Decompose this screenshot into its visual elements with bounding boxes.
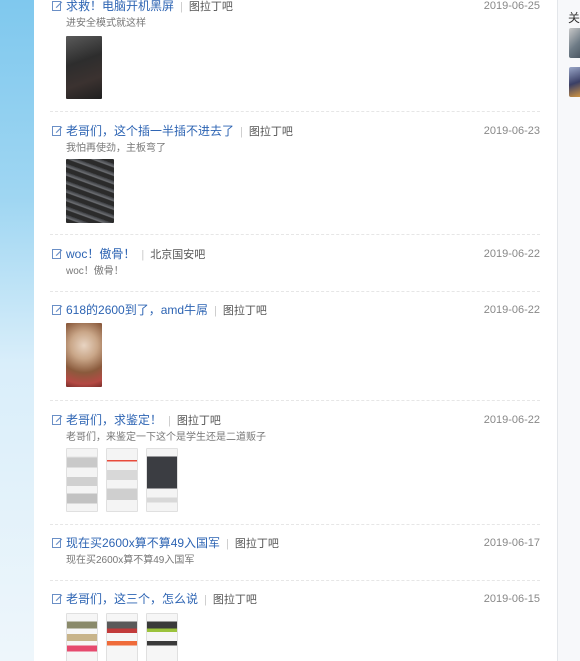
post-item: 现在买2600x算不算49入国军 | 图拉丁吧 2019-06-17 现在买2600… — [50, 534, 540, 566]
post-title-link[interactable]: 老哥们，这三个，怎么说 | 图拉丁吧 — [66, 590, 257, 609]
title-separator: | — [204, 594, 207, 606]
post-divider — [50, 400, 540, 401]
sidebar-section-title: 关注 — [568, 11, 580, 25]
post-title-text[interactable]: 老哥们，这三个，怎么说 — [66, 592, 198, 606]
edit-icon — [52, 249, 63, 259]
edit-icon — [52, 415, 63, 425]
post-divider — [50, 580, 540, 581]
post-date: 2019-06-22 — [483, 414, 540, 426]
post-title-row: 求救！电脑开机黑屏 | 图拉丁吧 2019-06-25 — [50, 0, 540, 15]
right-sidebar: 关注 — [557, 0, 580, 661]
post-title-text[interactable]: 老哥们，求鉴定！ — [66, 413, 162, 427]
post-title-text[interactable]: 618的2600到了，amd牛屌 — [66, 303, 208, 317]
post-excerpt: 我怕再使劲，主板弯了 — [66, 143, 166, 154]
post-image-thumbnail[interactable] — [66, 448, 98, 512]
forum-name-link[interactable]: 图拉丁吧 — [177, 415, 221, 427]
post-item: 618的2600到了，amd牛屌 | 图拉丁吧 2019-06-22 — [50, 301, 540, 387]
post-image-thumbnail[interactable] — [66, 36, 102, 99]
post-title-link[interactable]: 618的2600到了，amd牛屌 | 图拉丁吧 — [66, 301, 267, 320]
post-title-row: 618的2600到了，amd牛屌 | 图拉丁吧 2019-06-22 — [50, 301, 540, 319]
post-image-thumbnail[interactable] — [66, 323, 102, 387]
post-excerpt: 老哥们，来鉴定一下这个是学生还是二道贩子 — [66, 432, 266, 443]
forum-name-link[interactable]: 图拉丁吧 — [213, 594, 257, 606]
post-excerpt: woc！傲骨！ — [66, 266, 124, 277]
post-excerpt: 进安全模式就这样 — [66, 18, 146, 29]
post-date: 2019-06-25 — [483, 0, 540, 12]
post-date: 2019-06-15 — [483, 593, 540, 605]
title-separator: | — [226, 538, 229, 550]
forum-name-link[interactable]: 图拉丁吧 — [235, 538, 279, 550]
post-thumbnails — [66, 613, 178, 661]
post-title-text[interactable]: 老哥们，这个插一半插不进去了 — [66, 124, 234, 138]
post-title-row: 老哥们，这三个，怎么说 | 图拉丁吧 2019-06-15 — [50, 590, 540, 608]
edit-icon — [52, 126, 63, 136]
post-image-thumbnail[interactable] — [146, 448, 178, 512]
post-image-thumbnail[interactable] — [66, 159, 114, 223]
post-excerpt: 现在买2600x算不算49入国军 — [66, 555, 195, 566]
forum-name-link[interactable]: 图拉丁吧 — [249, 126, 293, 138]
post-date: 2019-06-22 — [483, 248, 540, 260]
post-date: 2019-06-23 — [483, 125, 540, 137]
post-item: 老哥们，求鉴定！ | 图拉丁吧 2019-06-22 老哥们，来鉴定一下这个是学生还… — [50, 411, 540, 512]
post-date: 2019-06-17 — [483, 537, 540, 549]
post-divider — [50, 291, 540, 292]
title-separator: | — [214, 305, 217, 317]
forum-name-link[interactable]: 图拉丁吧 — [223, 305, 267, 317]
page: 求救！电脑开机黑屏 | 图拉丁吧 2019-06-25 进安全模式就这样 老哥们，这… — [0, 0, 580, 661]
post-title-link[interactable]: woc！傲骨！ | 北京国安吧 — [66, 245, 205, 264]
forum-name-link[interactable]: 图拉丁吧 — [189, 1, 233, 13]
title-separator: | — [168, 415, 171, 427]
post-title-row: 现在买2600x算不算49入国军 | 图拉丁吧 2019-06-17 — [50, 534, 540, 552]
post-title-row: woc！傲骨！ | 北京国安吧 2019-06-22 — [50, 245, 540, 263]
post-title-text[interactable]: woc！傲骨！ — [66, 247, 135, 261]
post-image-thumbnail[interactable] — [146, 613, 178, 661]
post-title-link[interactable]: 老哥们，求鉴定！ | 图拉丁吧 — [66, 411, 221, 430]
title-separator: | — [180, 1, 183, 13]
post-divider — [50, 524, 540, 525]
post-divider — [50, 111, 540, 112]
sidebar-avatar[interactable] — [569, 67, 580, 97]
title-separator: | — [240, 126, 243, 138]
post-image-thumbnail[interactable] — [106, 613, 138, 661]
post-title-link[interactable]: 老哥们，这个插一半插不进去了 | 图拉丁吧 — [66, 122, 293, 141]
post-image-thumbnail[interactable] — [106, 448, 138, 512]
post-title-link[interactable]: 现在买2600x算不算49入国军 | 图拉丁吧 — [66, 534, 279, 553]
post-feed: 求救！电脑开机黑屏 | 图拉丁吧 2019-06-25 进安全模式就这样 老哥们，这… — [34, 0, 557, 661]
post-item: woc！傲骨！ | 北京国安吧 2019-06-22 woc！傲骨！ — [50, 245, 540, 277]
post-title-text[interactable]: 现在买2600x算不算49入国军 — [66, 536, 220, 550]
edit-icon — [52, 538, 63, 548]
post-thumbnails — [66, 36, 102, 99]
post-title-row: 老哥们，这个插一半插不进去了 | 图拉丁吧 2019-06-23 — [50, 122, 540, 140]
forum-name-link[interactable]: 北京国安吧 — [150, 249, 205, 261]
post-item: 老哥们，这三个，怎么说 | 图拉丁吧 2019-06-15 — [50, 590, 540, 661]
post-divider — [50, 234, 540, 235]
post-title-link[interactable]: 求救！电脑开机黑屏 | 图拉丁吧 — [66, 0, 233, 16]
post-image-thumbnail[interactable] — [66, 613, 98, 661]
post-thumbnails — [66, 159, 114, 223]
post-item: 求救！电脑开机黑屏 | 图拉丁吧 2019-06-25 进安全模式就这样 — [50, 0, 540, 99]
edit-icon — [52, 305, 63, 315]
edit-icon — [52, 594, 63, 604]
post-thumbnails — [66, 448, 178, 512]
left-gutter-background — [0, 0, 35, 661]
post-title-text[interactable]: 求救！电脑开机黑屏 — [66, 0, 174, 13]
post-item: 老哥们，这个插一半插不进去了 | 图拉丁吧 2019-06-23 我怕再使劲，主板弯… — [50, 122, 540, 223]
sidebar-avatar[interactable] — [569, 28, 580, 58]
post-thumbnails — [66, 323, 102, 387]
edit-icon — [52, 1, 63, 11]
post-title-row: 老哥们，求鉴定！ | 图拉丁吧 2019-06-22 — [50, 411, 540, 429]
post-date: 2019-06-22 — [483, 304, 540, 316]
title-separator: | — [141, 249, 145, 261]
